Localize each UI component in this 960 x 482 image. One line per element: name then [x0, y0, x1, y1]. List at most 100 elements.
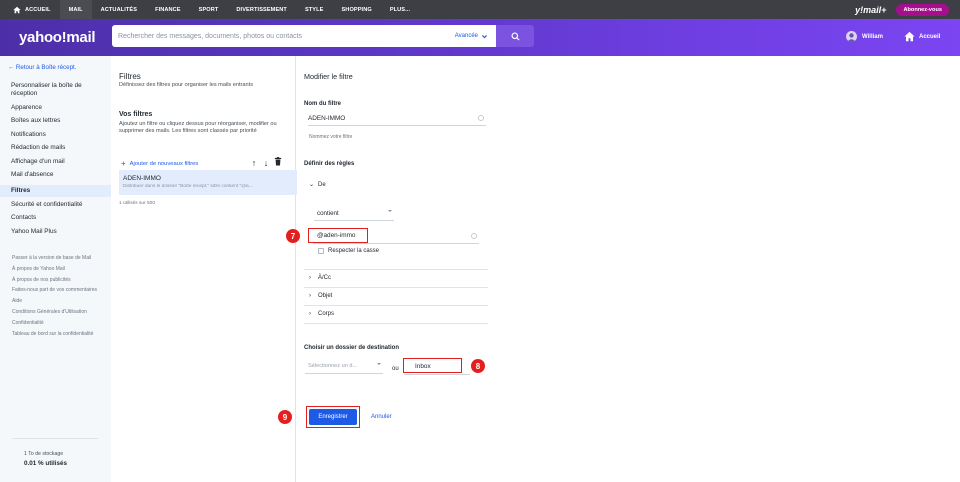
arrow-down-icon[interactable]: ↓ — [260, 158, 272, 168]
filter-item-name: ADEN-IMMO — [123, 175, 161, 182]
arrow-up-icon[interactable]: ↑ — [248, 158, 260, 168]
clear-icon[interactable] — [471, 232, 477, 239]
sidebar-item-vacation[interactable]: Mail d'absence — [0, 171, 111, 179]
sidebar-item-viewing[interactable]: Affichage d'un mail — [0, 158, 111, 166]
filters-panel: Filtres Définissez des filtres pour orga… — [111, 56, 297, 482]
chevron-right-icon: › — [309, 293, 311, 299]
user-profile[interactable]: William — [846, 31, 883, 42]
advanced-search-toggle[interactable]: Avancée — [455, 33, 496, 40]
footer-link-terms[interactable]: Conditions Générales d'Utilisation — [12, 309, 102, 316]
filter-count: 1 utilisés sur 500 — [119, 201, 155, 206]
divider — [304, 269, 488, 270]
rules-label: Définir des règles — [304, 161, 355, 167]
folder-select-placeholder: Sélectionnez un d... — [308, 363, 358, 369]
condition-select[interactable]: contient — [314, 206, 394, 221]
plus-icon: + — [121, 159, 126, 168]
sidebar-divider — [12, 438, 98, 439]
caret-down-icon — [388, 210, 392, 212]
rule-body-toggle[interactable]: › Corps — [309, 311, 334, 317]
settings-nav: Personnaliser la boîte de réception Appa… — [0, 82, 111, 241]
rule-body-label: Corps — [318, 311, 335, 317]
top-nav: ACCUEIL MAIL ACTUALITÉS FINANCE SPORT DI… — [0, 0, 960, 19]
sidebar-item-mail-plus[interactable]: Yahoo Mail Plus — [0, 228, 111, 236]
filter-name-value: ADEN-IMMO — [308, 114, 346, 122]
your-filters-heading: Vos filtres — [119, 111, 153, 118]
filter-item-description: Distribuer dans le dossier "Boîte récept… — [123, 184, 253, 189]
footer-link-privacy[interactable]: Confidentialité — [12, 320, 102, 327]
filter-list-item[interactable]: ADEN-IMMO Distribuer dans le dossier "Bo… — [119, 170, 297, 195]
nav-mail[interactable]: MAIL — [59, 0, 92, 19]
avatar — [846, 31, 857, 42]
sidebar-item-notifications[interactable]: Notifications — [0, 131, 111, 139]
search-bar[interactable]: Rechercher des messages, documents, phot… — [112, 25, 496, 47]
rule-from-toggle[interactable]: ⌄ De — [309, 181, 326, 189]
edit-filter-panel: Modifier le filtre Nom du filtre ADEN-IM… — [278, 56, 960, 482]
sidebar-item-appearance[interactable]: Apparence — [0, 104, 111, 112]
filter-name-hint: Nommez votre filtre — [309, 134, 353, 140]
nav-finance[interactable]: FINANCE — [146, 0, 190, 19]
cancel-button[interactable]: Annuler — [371, 414, 392, 420]
annotation-badge-7: 7 — [286, 229, 300, 243]
nav-more[interactable]: PLUS... — [381, 0, 419, 19]
annotation-badge-8: 8 — [471, 359, 485, 373]
match-case-label: Respecter la casse — [328, 248, 380, 254]
footer-link-privacy-dashboard[interactable]: Tableau de bord sur la confidentialité — [12, 331, 102, 338]
edit-filter-title: Modifier le filtre — [304, 72, 353, 81]
footer-link-help[interactable]: Aide — [12, 298, 102, 305]
annotation-badge-9: 9 — [278, 410, 292, 424]
sidebar-item-customize-inbox[interactable]: Personnaliser la boîte de réception — [0, 82, 111, 98]
nav-news[interactable]: ACTUALITÉS — [92, 0, 146, 19]
back-label: Retour à Boîte récept. — [15, 64, 77, 71]
highlight-box-8 — [403, 358, 462, 373]
divider — [304, 305, 488, 306]
nav-shopping[interactable]: SHOPPING — [332, 0, 380, 19]
back-to-inbox-link[interactable]: ← Retour à Boîte récept. — [8, 64, 76, 71]
highlight-box-9 — [306, 406, 360, 428]
filter-name-label: Nom du filtre — [304, 101, 341, 107]
footer-link-feedback[interactable]: Faites-nous part de vos commentaires — [12, 288, 102, 294]
yahoo-mail-logo[interactable]: yahoo!mail — [19, 29, 95, 46]
chevron-down-icon: ⌄ — [309, 182, 315, 188]
add-filter-label: Ajouter de nouveaux filtres — [129, 160, 199, 167]
divider — [304, 287, 488, 288]
footer-link-basic[interactable]: Passer à la version de base de Mail — [12, 255, 102, 262]
subscribe-button[interactable]: Abonnez-vous — [896, 3, 949, 16]
match-case-checkbox[interactable] — [318, 248, 324, 254]
footer-link-about[interactable]: À propos de Yahoo Mail — [12, 266, 102, 273]
storage-used: 0.01 % utilisés — [24, 460, 68, 467]
sidebar-item-filters[interactable]: Filtres — [0, 184, 111, 197]
rule-subject-label: Objet — [318, 293, 333, 299]
rule-from-label: De — [318, 181, 326, 188]
nav-entertainment[interactable]: DIVERTISSEMENT — [227, 0, 296, 19]
ymail-plus-logo[interactable]: y!mail+ — [855, 5, 886, 15]
trash-icon[interactable] — [272, 157, 284, 168]
your-filters-text: Ajoutez un filtre ou cliquez dessus pour… — [119, 121, 277, 134]
nav-home[interactable]: ACCUEIL — [0, 0, 60, 19]
clear-icon[interactable] — [478, 115, 484, 121]
add-filter-button[interactable]: + Ajouter de nouveaux filtres — [121, 159, 198, 168]
sidebar-item-compose[interactable]: Rédaction de mails — [0, 144, 111, 152]
nav-sport[interactable]: SPORT — [190, 0, 228, 19]
folder-select[interactable]: Sélectionnez un d... — [305, 359, 383, 374]
rule-tocc-label: À/Cc — [318, 275, 332, 281]
sidebar-item-security[interactable]: Sécurité et confidentialité — [0, 201, 111, 209]
filter-order-controls: ↑ ↓ — [248, 157, 284, 168]
condition-value: contient — [317, 209, 339, 217]
chevron-down-icon — [482, 34, 487, 38]
nav-style[interactable]: STYLE — [296, 0, 333, 19]
home-link[interactable]: Accueil — [904, 31, 940, 42]
filter-name-input[interactable]: ADEN-IMMO — [308, 111, 486, 126]
filters-title: Filtres — [119, 72, 141, 81]
home-icon — [904, 31, 915, 42]
rule-tocc-toggle[interactable]: › À/Cc — [309, 275, 331, 281]
rule-subject-toggle[interactable]: › Objet — [309, 293, 332, 299]
sidebar-item-mailboxes[interactable]: Boîtes aux lettres — [0, 117, 111, 125]
advanced-label: Avancée — [454, 33, 478, 39]
sidebar-item-contacts[interactable]: Contacts — [0, 214, 111, 222]
arrow-left-icon: ← — [8, 64, 15, 71]
search-input[interactable]: Rechercher des messages, documents, phot… — [112, 33, 455, 40]
destination-label: Choisir un dossier de destination — [304, 345, 400, 351]
caret-down-icon — [377, 363, 381, 365]
search-button[interactable] — [496, 25, 534, 47]
footer-link-ads[interactable]: À propos de nos publicités — [12, 277, 102, 284]
